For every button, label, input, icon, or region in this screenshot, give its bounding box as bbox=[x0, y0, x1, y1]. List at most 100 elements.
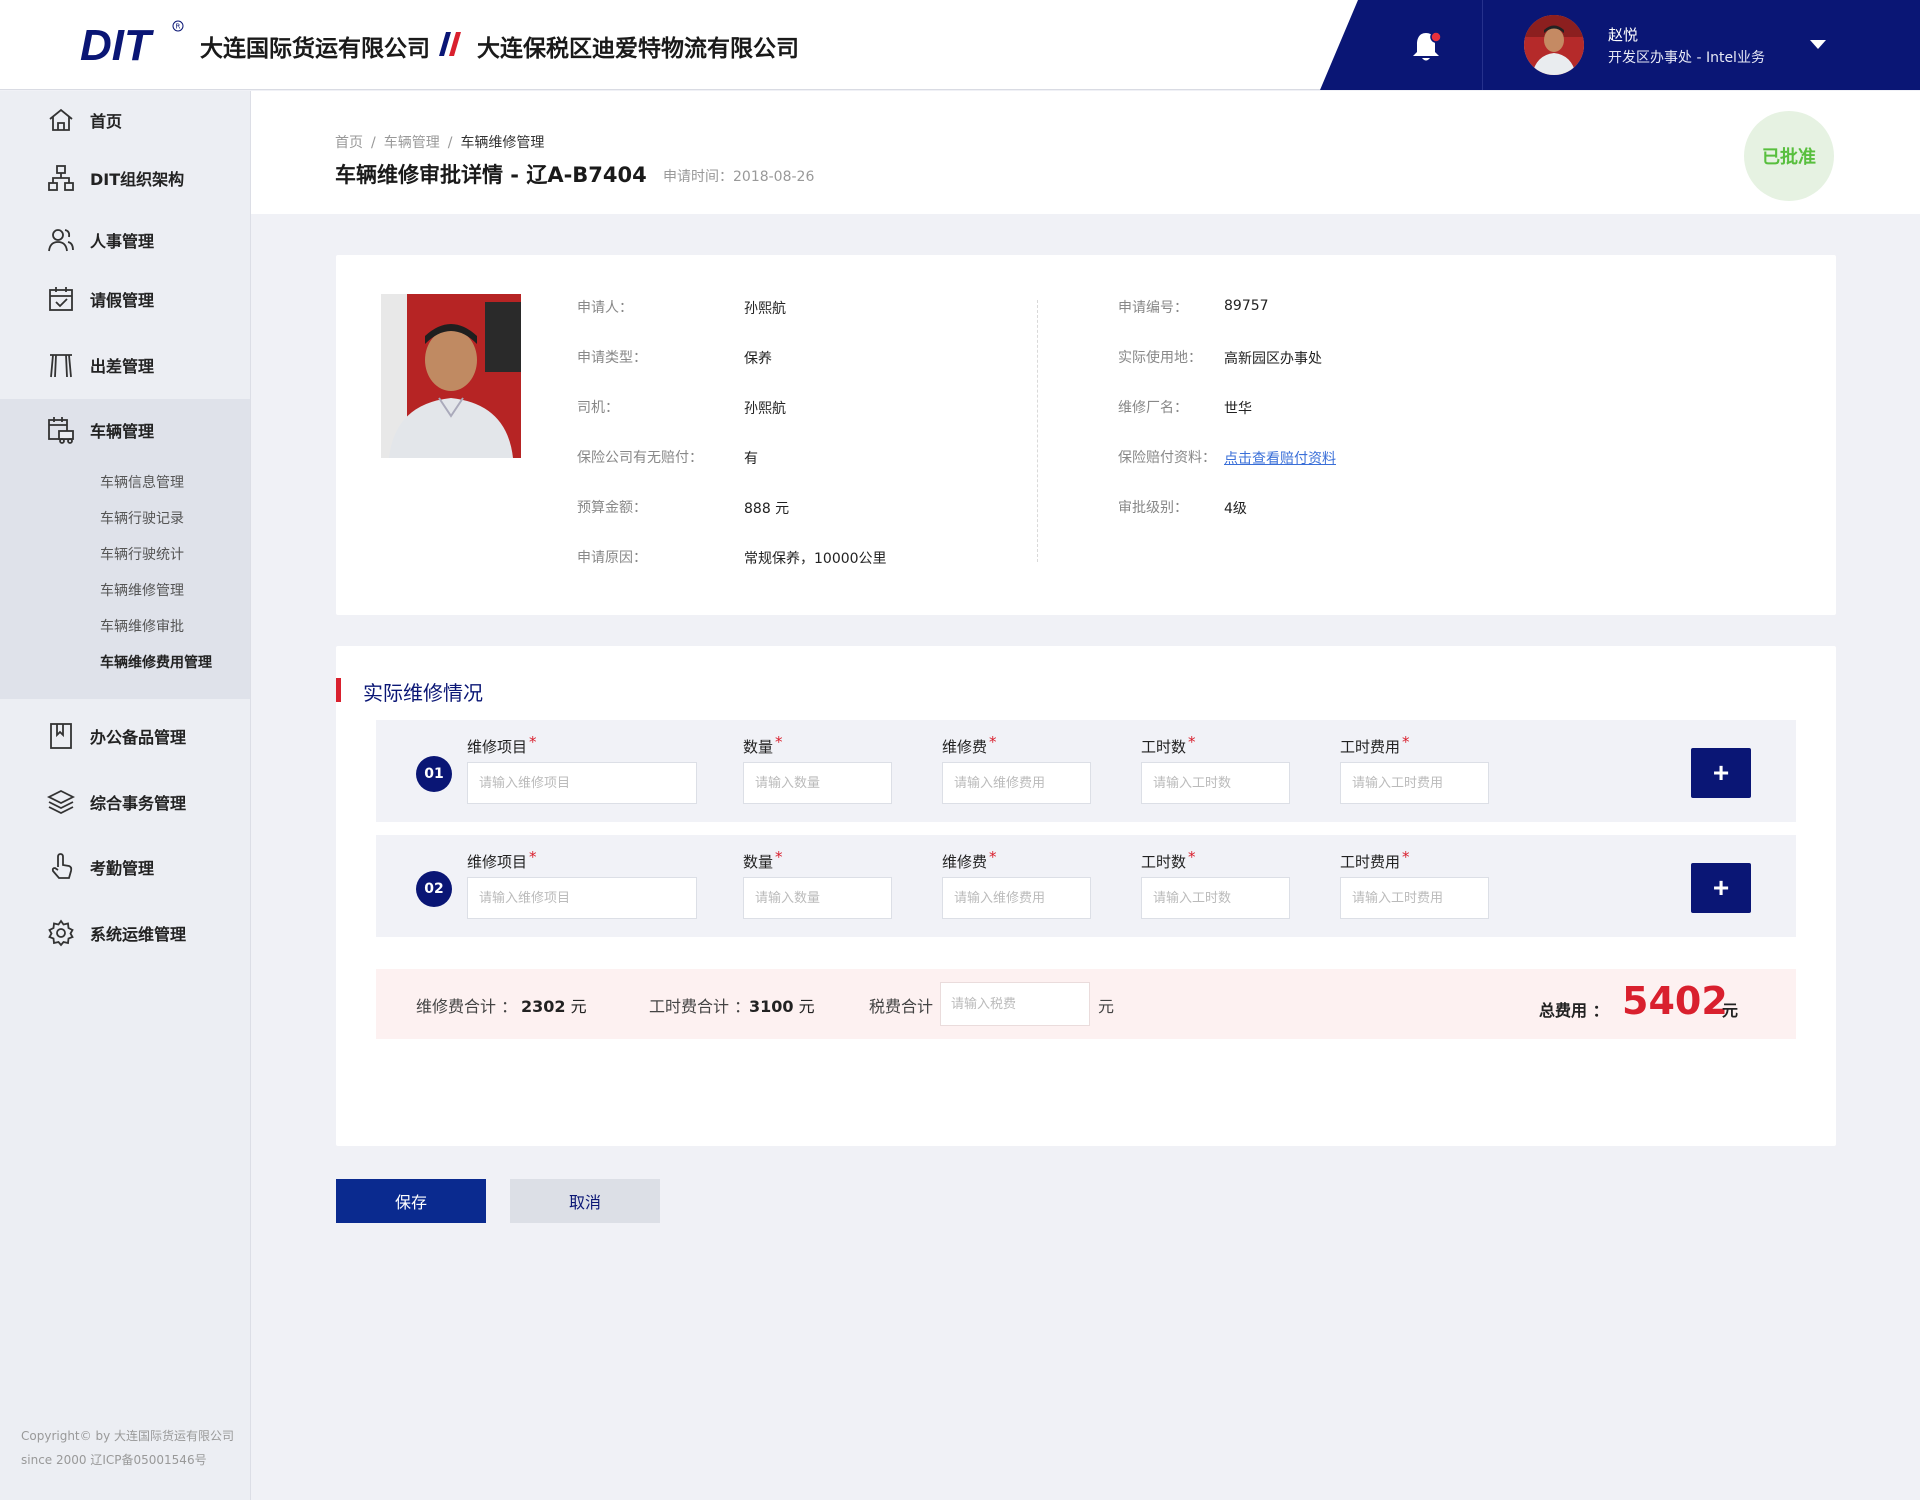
row-number-badge: 01 bbox=[416, 756, 452, 792]
grand-total-value: 5402 bbox=[1622, 979, 1728, 1023]
sidebar-sub-repair-approval[interactable]: 车辆维修审批 bbox=[100, 616, 184, 636]
repair-shop-label: 维修厂名： bbox=[1118, 400, 1188, 416]
insurance-paid-label: 保险公司有无赔付： bbox=[577, 450, 703, 466]
apply-number-label: 申请编号： bbox=[1118, 300, 1188, 316]
sidebar-sub-vehicle-log[interactable]: 车辆行驶记录 bbox=[100, 508, 184, 528]
sidebar-item-attendance[interactable]: 考勤管理 bbox=[0, 838, 250, 896]
tax-unit: 元 bbox=[1098, 997, 1115, 1016]
tax-total-label: 税费合计 bbox=[869, 997, 934, 1016]
dit-logo[interactable]: DIT R bbox=[80, 18, 186, 66]
sidebar-item-label: 首页 bbox=[90, 112, 123, 131]
users-icon bbox=[48, 229, 74, 252]
sidebar-item-sysops[interactable]: 系统运维管理 bbox=[0, 904, 250, 962]
sidebar-item-label: 请假管理 bbox=[90, 291, 155, 310]
notification-bell-icon[interactable] bbox=[1410, 30, 1442, 64]
breadcrumb-home[interactable]: 首页 bbox=[335, 135, 363, 151]
applicant-value: 孙熙航 bbox=[744, 301, 786, 317]
required-mark: * bbox=[1188, 733, 1196, 751]
labor-fee-total-value: 3100 元 bbox=[749, 997, 815, 1016]
user-avatar[interactable] bbox=[1524, 15, 1584, 75]
sidebar-sub-vehicle-info[interactable]: 车辆信息管理 bbox=[100, 472, 184, 492]
labor-fee-input[interactable] bbox=[1340, 762, 1489, 804]
insurance-paid-value: 有 bbox=[744, 451, 758, 467]
labor-hours-input[interactable] bbox=[1141, 877, 1290, 919]
breadcrumb-current: 车辆维修管理 bbox=[460, 135, 545, 151]
chevron-down-icon[interactable] bbox=[1810, 40, 1826, 50]
required-mark: * bbox=[1402, 848, 1410, 866]
usage-location-value: 高新园区办事处 bbox=[1224, 351, 1322, 367]
required-mark: * bbox=[775, 848, 783, 866]
sidebar-item-office[interactable]: 办公备品管理 bbox=[0, 707, 250, 765]
hand-touch-icon bbox=[51, 853, 73, 879]
sidebar-item-home[interactable]: 首页 bbox=[0, 91, 250, 149]
driver-label: 司机： bbox=[577, 400, 619, 416]
labor-fee-input[interactable] bbox=[1340, 877, 1489, 919]
vehicle-icon bbox=[48, 417, 74, 444]
required-mark: * bbox=[1188, 848, 1196, 866]
field-label-hours: 工时数 * bbox=[1141, 733, 1196, 756]
add-row-button[interactable]: + bbox=[1691, 863, 1751, 913]
sidebar-sub-repair-cost[interactable]: 车辆维修费用管理 bbox=[100, 652, 212, 672]
header-divider bbox=[1482, 0, 1483, 90]
gear-icon bbox=[48, 919, 74, 947]
reason-value: 常规保养，10000公里 bbox=[744, 551, 887, 567]
cancel-button[interactable]: 取消 bbox=[510, 1179, 660, 1223]
add-row-button[interactable]: + bbox=[1691, 748, 1751, 798]
page-title: 车辆维修审批详情 - 辽A-B7404 bbox=[335, 163, 647, 187]
budget-value: 888 元 bbox=[744, 501, 790, 517]
applicant-info-card bbox=[336, 255, 1836, 615]
company-name-2: 大连保税区迪爱特物流有限公司 bbox=[477, 36, 799, 62]
labor-hours-input[interactable] bbox=[1141, 762, 1290, 804]
repair-row: 01 维修项目* 数量* 维修费* 工时数* 工时费用* + bbox=[376, 720, 1796, 822]
field-label-fee: 维修费 * bbox=[942, 848, 997, 871]
sidebar-item-leave[interactable]: 请假管理 bbox=[0, 270, 250, 328]
required-mark: * bbox=[989, 848, 997, 866]
quantity-input[interactable] bbox=[743, 762, 892, 804]
sidebar-item-label: 系统运维管理 bbox=[90, 925, 187, 944]
bookmark-icon bbox=[50, 723, 72, 749]
field-label-qty: 数量 * bbox=[743, 848, 783, 871]
applicant-label: 申请人： bbox=[577, 300, 633, 316]
grand-total-unit: 元 bbox=[1722, 1001, 1739, 1020]
save-button[interactable]: 保存 bbox=[336, 1179, 486, 1223]
sidebar-item-vehicle[interactable]: 车辆管理 bbox=[0, 401, 250, 459]
insurance-docs-link[interactable]: 点击查看赔付资料 bbox=[1224, 448, 1336, 468]
home-icon bbox=[49, 108, 73, 131]
sidebar-item-label: 人事管理 bbox=[90, 232, 155, 251]
sidebar-item-hr[interactable]: 人事管理 bbox=[0, 211, 250, 269]
breadcrumb-vehicle[interactable]: 车辆管理 bbox=[384, 135, 440, 151]
sidebar-sub-vehicle-repair[interactable]: 车辆维修管理 bbox=[100, 580, 184, 600]
layers-icon bbox=[47, 789, 75, 815]
sidebar-item-label: DIT组织架构 bbox=[90, 170, 185, 189]
repair-shop-value: 世华 bbox=[1224, 401, 1252, 417]
repair-item-input[interactable] bbox=[467, 877, 697, 919]
sidebar-sub-vehicle-stats[interactable]: 车辆行驶统计 bbox=[100, 544, 184, 564]
sidebar-item-trip[interactable]: 出差管理 bbox=[0, 336, 250, 394]
copyright-line-1: Copyright© by 大连国际货运有限公司 bbox=[21, 1429, 234, 1443]
quantity-input[interactable] bbox=[743, 877, 892, 919]
totals-bar: 维修费合计 ： 2302 元 工时费合计 ： 3100 元 税费合计 元 总费用… bbox=[376, 969, 1796, 1039]
field-label-item: 维修项目 * bbox=[467, 848, 537, 871]
sidebar-item-org[interactable]: DIT组织架构 bbox=[0, 149, 250, 207]
repair-item-input[interactable] bbox=[467, 762, 697, 804]
sidebar-item-label: 考勤管理 bbox=[90, 859, 155, 878]
company-name-1: 大连国际货运有限公司 bbox=[200, 36, 430, 62]
apply-number-value: 89757 bbox=[1224, 298, 1269, 314]
copyright-line-2: since 2000 辽ICP备05001546号 bbox=[21, 1453, 207, 1467]
repair-fee-input[interactable] bbox=[942, 762, 1091, 804]
section-marker bbox=[336, 678, 341, 702]
sidebar: 首页 DIT组织架构 人事管理 请假管理 出差管理 车辆管理 车辆信息管理 车辆… bbox=[0, 91, 251, 1500]
gate-icon bbox=[50, 354, 72, 378]
sidebar-item-affairs[interactable]: 综合事务管理 bbox=[0, 773, 250, 831]
budget-label: 预算金额： bbox=[577, 500, 647, 516]
user-department: 开发区办事处 - Intel业务 bbox=[1608, 50, 1765, 66]
field-label-hours: 工时数 * bbox=[1141, 848, 1196, 871]
repair-fee-input[interactable] bbox=[942, 877, 1091, 919]
repair-row: 02 维修项目* 数量* 维修费* 工时数* 工时费用* + bbox=[376, 835, 1796, 937]
sidebar-item-label: 办公备品管理 bbox=[90, 728, 187, 747]
required-mark: * bbox=[529, 848, 537, 866]
tax-input[interactable] bbox=[940, 982, 1090, 1026]
insurance-docs-label: 保险赔付资料： bbox=[1118, 450, 1216, 466]
repair-fee-total-value: 2302 元 bbox=[521, 997, 587, 1016]
applicant-photo bbox=[381, 294, 521, 458]
